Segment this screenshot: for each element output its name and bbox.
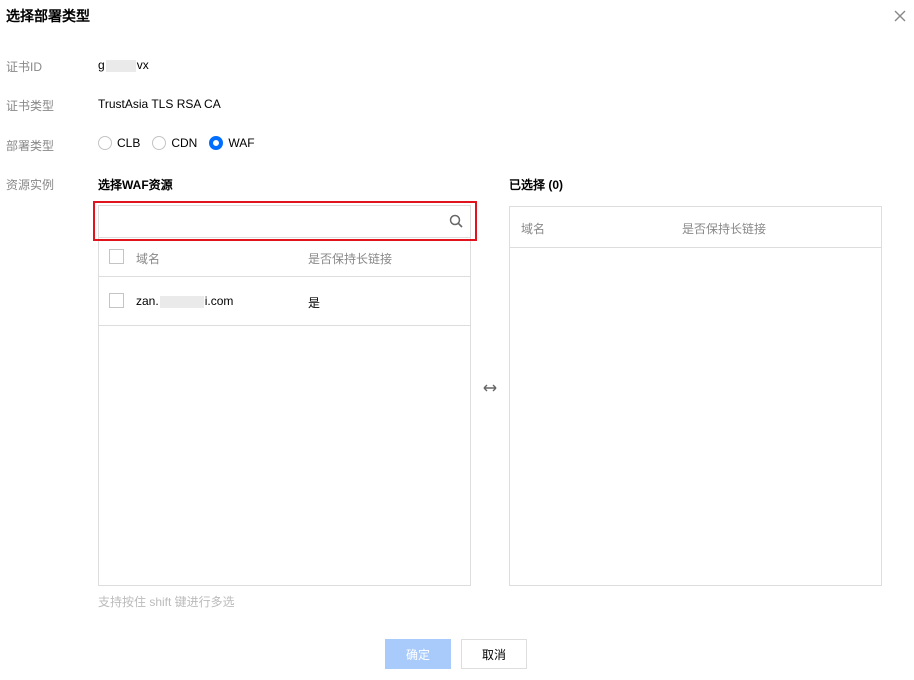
right-table-header: 域名 是否保持长链接 <box>510 207 881 248</box>
radio-waf[interactable]: WAF <box>209 136 255 150</box>
deploy-type-radio-group: CLB CDN WAF <box>98 136 255 150</box>
cert-id-suffix: vx <box>136 58 149 72</box>
domain-prefix: zan. <box>136 294 159 308</box>
domain-suffix: i.com <box>204 294 234 308</box>
cert-id-label: 证书ID <box>6 60 43 74</box>
multi-select-hint: 支持按住 shift 键进行多选 <box>98 595 235 609</box>
search-input[interactable] <box>99 206 439 236</box>
radio-label: WAF <box>228 136 255 150</box>
column-header-keepalive: 是否保持长链接 <box>308 252 393 266</box>
close-icon[interactable] <box>892 8 908 24</box>
cert-type-label: 证书类型 <box>6 99 55 113</box>
left-transfer-panel: 域名 是否保持长链接 zan. i.com 是 <box>98 205 471 586</box>
column-header-domain: 域名 <box>136 252 161 266</box>
resource-label: 资源实例 <box>6 178 55 192</box>
transfer-arrow-icon <box>483 384 497 392</box>
search-icon[interactable] <box>449 214 463 228</box>
dialog-title: 选择部署类型 <box>6 8 90 24</box>
radio-circle[interactable] <box>98 136 112 150</box>
deploy-type-label: 部署类型 <box>6 139 55 153</box>
confirm-button[interactable]: 确定 <box>385 639 451 669</box>
left-panel-title: 选择WAF资源 <box>98 178 173 192</box>
right-transfer-panel: 域名 是否保持长链接 <box>509 206 882 586</box>
row-checkbox[interactable] <box>109 293 124 308</box>
row-keepalive: 是 <box>308 296 321 310</box>
cert-id-prefix: g <box>98 58 105 72</box>
search-row <box>99 206 470 238</box>
select-all-checkbox[interactable] <box>109 249 124 264</box>
radio-cdn[interactable]: CDN <box>152 136 197 150</box>
column-header-keepalive: 是否保持长链接 <box>682 222 767 236</box>
redaction-mask <box>105 59 136 72</box>
radio-circle[interactable] <box>152 136 167 150</box>
column-header-domain: 域名 <box>521 222 546 236</box>
right-panel-title: 已选择 (0) <box>509 178 564 192</box>
radio-label: CDN <box>171 136 198 150</box>
cancel-button[interactable]: 取消 <box>461 639 527 669</box>
radio-circle-selected[interactable] <box>209 136 224 150</box>
radio-clb[interactable]: CLB <box>98 136 140 150</box>
cert-type-value: TrustAsia TLS RSA CA <box>98 97 221 111</box>
radio-label: CLB <box>117 136 141 150</box>
left-table-header: 域名 是否保持长链接 <box>99 238 470 277</box>
cert-id-value: g vx <box>98 58 149 72</box>
row-domain: zan. i.com <box>136 294 233 308</box>
table-row[interactable]: zan. i.com 是 <box>99 277 470 326</box>
redaction-mask <box>159 295 204 308</box>
